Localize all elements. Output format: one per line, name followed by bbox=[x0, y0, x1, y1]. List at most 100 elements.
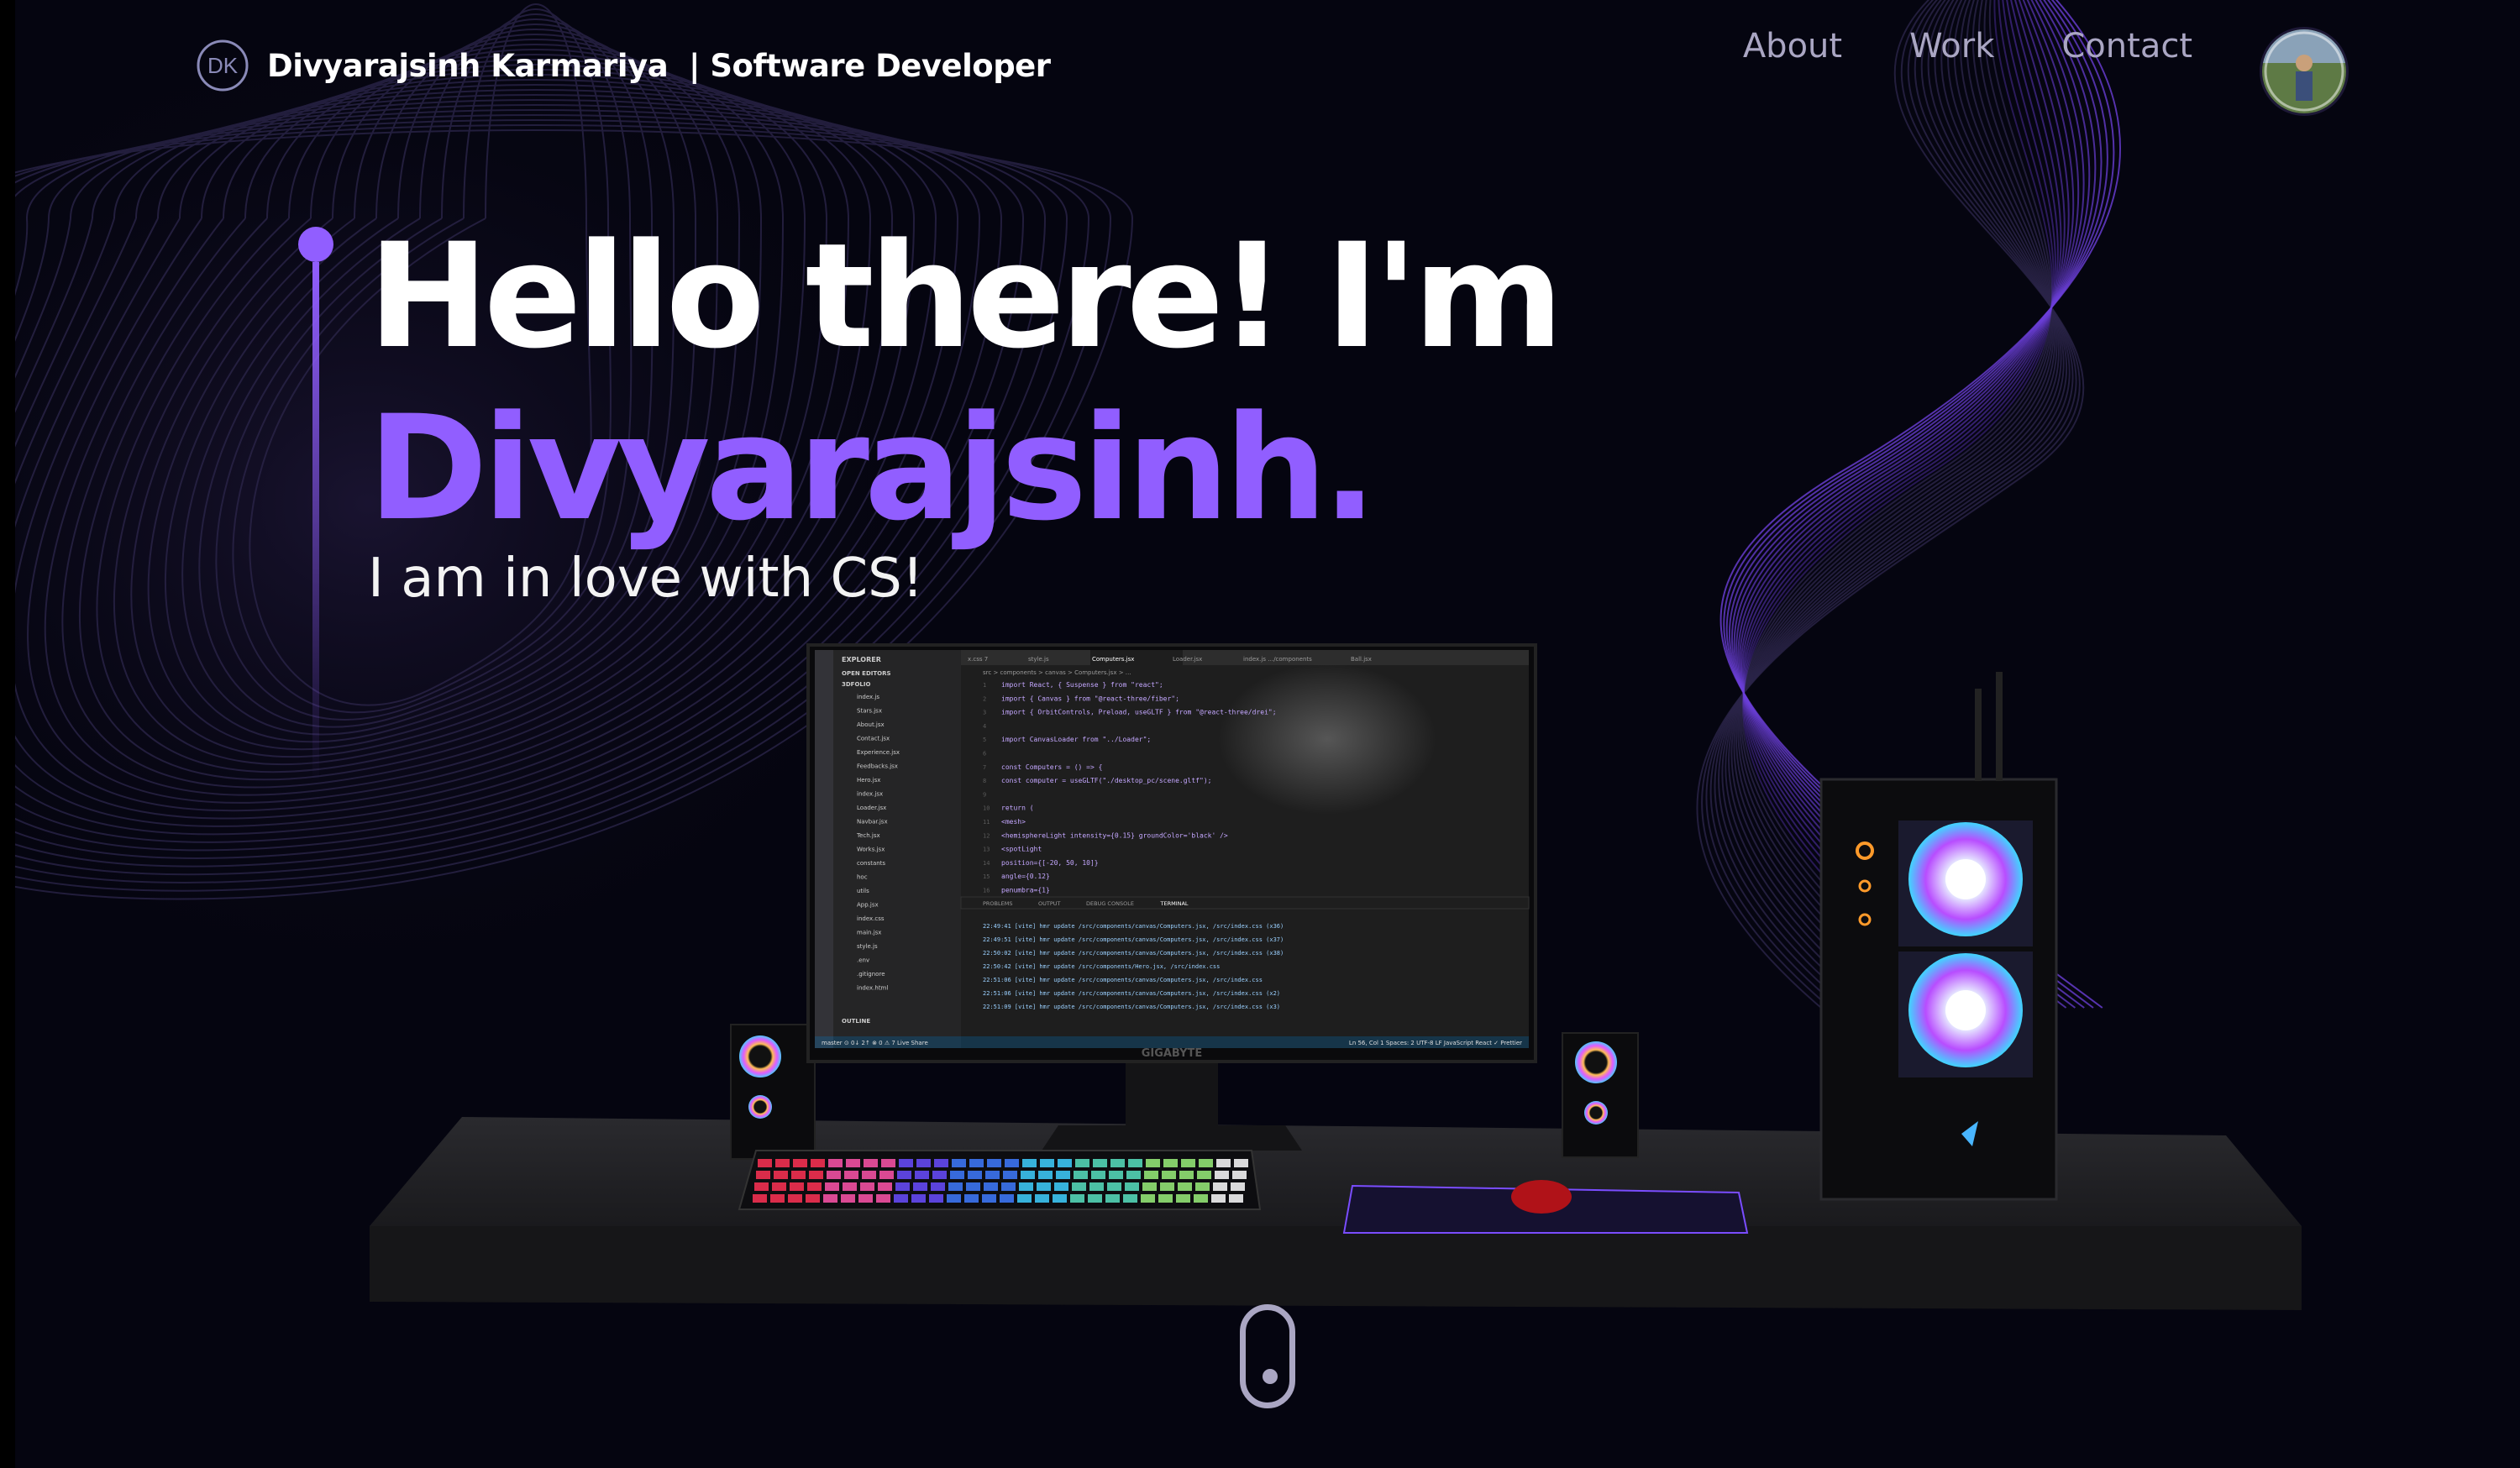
keyboard-key bbox=[846, 1159, 860, 1167]
file-tree-item[interactable]: main.jsx bbox=[857, 930, 881, 936]
keyboard-key bbox=[775, 1159, 790, 1167]
keyboard-key bbox=[1126, 1171, 1141, 1179]
nav-link-work[interactable]: Work bbox=[1909, 27, 1994, 66]
keyboard-key bbox=[1074, 1171, 1088, 1179]
keyboard-key bbox=[754, 1182, 769, 1191]
keyboard-key bbox=[756, 1171, 770, 1179]
file-tree-item[interactable]: Experience.jsx bbox=[857, 749, 900, 756]
editor-tab[interactable]: Ball.jsx bbox=[1351, 656, 1372, 663]
file-tree-item[interactable]: Navbar.jsx bbox=[857, 819, 888, 826]
keyboard-key bbox=[844, 1171, 858, 1179]
terminal-line: 22:49:51 [vite] hmr update /src/componen… bbox=[983, 936, 1284, 943]
keyboard-key bbox=[895, 1182, 910, 1191]
keyboard-key bbox=[1001, 1182, 1016, 1191]
explorer-title: EXPLORER bbox=[842, 656, 881, 663]
code-line-number: 2 bbox=[983, 695, 986, 702]
code-line-number: 15 bbox=[983, 873, 990, 880]
file-tree-item[interactable]: index.html bbox=[857, 985, 888, 992]
nav-link-about[interactable]: About bbox=[1743, 27, 1842, 66]
scroll-dot bbox=[1263, 1369, 1278, 1384]
keyboard-key bbox=[1128, 1159, 1142, 1167]
keyboard-key bbox=[984, 1182, 998, 1191]
code-line-number: 13 bbox=[983, 847, 990, 853]
keyboard-key bbox=[1199, 1159, 1213, 1167]
keyboard-key bbox=[1179, 1171, 1194, 1179]
code-line-number: 12 bbox=[983, 832, 990, 839]
keyboard-key bbox=[881, 1159, 895, 1167]
keyboard-key bbox=[1058, 1159, 1072, 1167]
keyboard-key bbox=[1110, 1159, 1125, 1167]
file-tree-item[interactable]: Feedbacks.jsx bbox=[857, 763, 898, 770]
file-tree-item[interactable]: index.js bbox=[857, 694, 879, 700]
panel-tab[interactable]: TERMINAL bbox=[1160, 900, 1189, 907]
editor-tab[interactable]: index.js …/components bbox=[1243, 656, 1312, 663]
file-tree-item[interactable]: .gitignore bbox=[857, 971, 885, 978]
keyboard-key bbox=[790, 1182, 804, 1191]
file-tree-item[interactable]: Stars.jsx bbox=[857, 708, 882, 715]
editor-tab[interactable]: Computers.jsx bbox=[1092, 656, 1134, 663]
code-line-number: 9 bbox=[983, 791, 986, 798]
keyboard-key bbox=[772, 1182, 786, 1191]
hero-heading: Hello there! I'm Divyarajsinh. bbox=[368, 210, 1564, 554]
terminal-line: 22:51:09 [vite] hmr update /src/componen… bbox=[983, 1004, 1280, 1010]
file-tree-item[interactable]: constants bbox=[857, 860, 885, 867]
nav-link-contact[interactable]: Contact bbox=[2061, 27, 2192, 66]
file-tree-item[interactable]: utils bbox=[857, 888, 869, 894]
terminal-line: 22:50:42 [vite] hmr update /src/componen… bbox=[983, 963, 1220, 970]
keyboard-key bbox=[1176, 1194, 1190, 1203]
code-line: <spotLight bbox=[1001, 846, 1042, 853]
keyboard-key bbox=[1093, 1159, 1107, 1167]
editor-tab[interactable]: x.css 7 bbox=[968, 656, 988, 663]
code-line: penumbra={1} bbox=[1001, 887, 1050, 894]
keyboard-key bbox=[864, 1159, 878, 1167]
file-tree-item[interactable]: Hero.jsx bbox=[857, 777, 880, 784]
code-line: angle={0.12} bbox=[1001, 873, 1050, 880]
keyboard-key bbox=[1229, 1194, 1243, 1203]
keyboard-key bbox=[1144, 1171, 1158, 1179]
file-tree-item[interactable]: .env bbox=[857, 957, 869, 964]
editor-tab[interactable]: style.js bbox=[1028, 656, 1049, 663]
keyboard-key bbox=[843, 1182, 857, 1191]
keyboard-key bbox=[758, 1159, 772, 1167]
file-tree-item[interactable]: index.jsx bbox=[857, 791, 883, 798]
file-tree-item[interactable]: App.jsx bbox=[857, 902, 879, 909]
keyboard-key bbox=[1125, 1182, 1139, 1191]
keyboard-key bbox=[1075, 1159, 1089, 1167]
keyboard-key bbox=[966, 1182, 980, 1191]
file-tree-item[interactable]: Contact.jsx bbox=[857, 736, 890, 742]
code-line: return ( bbox=[1001, 805, 1034, 812]
navbar-brand[interactable]: DK Divyarajsinh Karmariya | Software Dev… bbox=[195, 38, 1051, 93]
terminal-line: 22:49:41 [vite] hmr update /src/componen… bbox=[983, 923, 1284, 930]
file-tree-item[interactable]: style.js bbox=[857, 943, 878, 950]
panel-tab[interactable]: OUTPUT bbox=[1038, 900, 1061, 907]
panel-tab[interactable]: DEBUG CONSOLE bbox=[1086, 900, 1134, 907]
svg-text:DK: DK bbox=[207, 53, 239, 78]
keyboard-key bbox=[809, 1171, 823, 1179]
file-tree-item[interactable]: About.jsx bbox=[857, 721, 885, 728]
keyboard-key bbox=[770, 1194, 785, 1203]
keyboard-key bbox=[1181, 1159, 1195, 1167]
keyboard-key bbox=[948, 1182, 963, 1191]
desktop-pc-3d-scene[interactable]: EXPLORER OPEN EDITORS 3DFOLIO index.js St… bbox=[319, 621, 2335, 1361]
terminal-line: 22:50:02 [vite] hmr update /src/componen… bbox=[983, 950, 1284, 957]
file-tree-item[interactable]: Loader.jsx bbox=[857, 805, 886, 811]
keyboard-key bbox=[1054, 1182, 1068, 1191]
file-tree-item[interactable]: Tech.jsx bbox=[856, 832, 880, 839]
panel-tab[interactable]: PROBLEMS bbox=[983, 900, 1012, 907]
scroll-mouse-icon[interactable] bbox=[1240, 1304, 1295, 1408]
hero-accent-dot bbox=[298, 227, 333, 262]
keyboard-key bbox=[982, 1194, 996, 1203]
code-line-number: 16 bbox=[983, 888, 990, 894]
keyboard-key bbox=[1107, 1182, 1121, 1191]
keyboard-key bbox=[899, 1159, 913, 1167]
editor-tab[interactable]: Loader.jsx bbox=[1173, 656, 1202, 663]
file-tree-item[interactable]: Works.jsx bbox=[857, 847, 885, 853]
keyboard-key bbox=[807, 1182, 822, 1191]
keyboard-key bbox=[1216, 1159, 1231, 1167]
keyboard-key bbox=[828, 1159, 843, 1167]
file-tree-item[interactable]: hoc bbox=[857, 874, 868, 881]
avatar[interactable] bbox=[2260, 27, 2349, 116]
monitor-brand: GIGABYTE bbox=[1142, 1047, 1203, 1060]
file-tree-item[interactable]: index.css bbox=[857, 915, 885, 922]
hero-accent-bar bbox=[312, 262, 319, 783]
